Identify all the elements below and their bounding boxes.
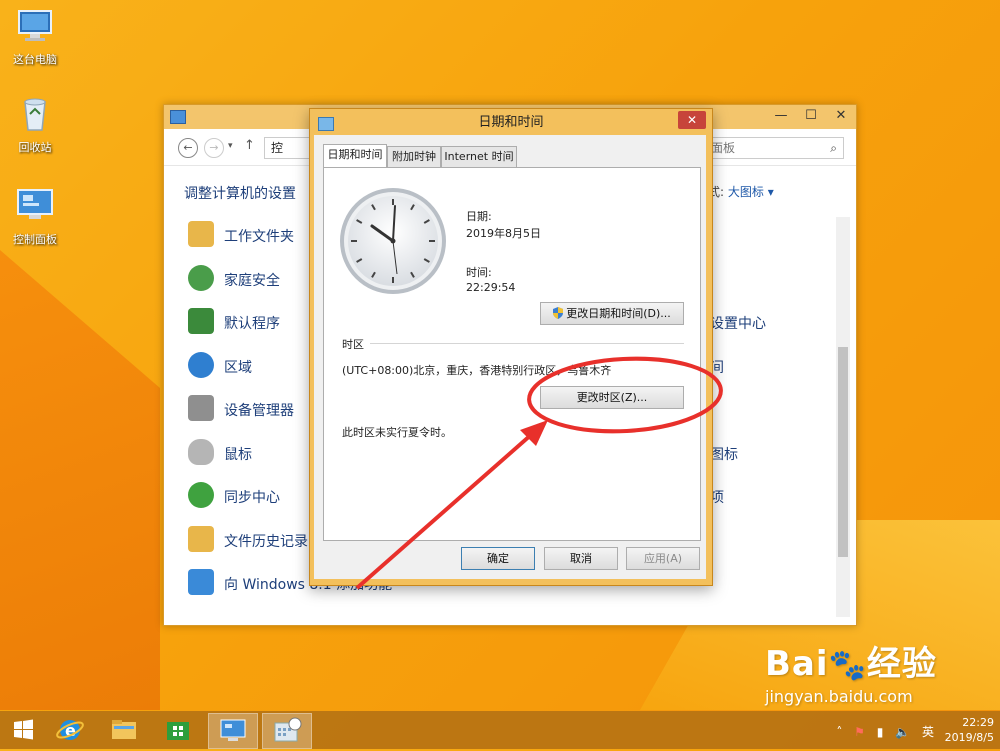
add-features-icon	[188, 569, 214, 595]
cp-item-right-label[interactable]: 图标	[710, 444, 738, 464]
taskbar-ie[interactable]: e	[46, 713, 94, 747]
taskbar-date-time[interactable]	[262, 713, 312, 749]
timezone-section-label: 时区	[342, 338, 364, 351]
dst-note: 此时区未实行夏令时。	[342, 426, 452, 439]
change-timezone-button[interactable]: 更改时区(Z)...	[540, 386, 684, 409]
date-time-app-icon	[318, 117, 334, 131]
tab-date-time[interactable]: 日期和时间	[323, 144, 387, 169]
desktop-icon-this-pc[interactable]: 这台电脑	[3, 8, 67, 67]
desktop-icon-recycle-bin[interactable]: 回收站	[3, 96, 67, 155]
device-manager-icon	[188, 395, 214, 421]
forward-button[interactable]: →	[204, 138, 224, 158]
maximize-button[interactable]: ☐	[796, 105, 826, 127]
cancel-button[interactable]: 取消	[544, 547, 618, 570]
dialog-title: 日期和时间	[478, 115, 544, 130]
view-by-control: 式: 大图标 ▾	[708, 183, 774, 200]
input-language-indicator[interactable]: 英	[922, 725, 934, 739]
volume-icon[interactable]: 🔈	[895, 725, 910, 739]
timezone-value: (UTC+08:00)北京，重庆，香港特别行政区，乌鲁木齐	[342, 364, 612, 377]
cp-item-right-label[interactable]: 设置中心	[710, 313, 766, 333]
recent-locations-icon[interactable]: ▾	[228, 141, 233, 151]
control-panel-task-icon	[220, 719, 246, 741]
action-center-flag-icon[interactable]: ⚑	[854, 725, 865, 739]
dialog-close-button[interactable]: ✕	[678, 111, 706, 129]
desktop-icon-label: 控制面板	[13, 233, 57, 246]
vertical-scrollbar[interactable]	[836, 217, 850, 617]
sync-center-icon	[188, 482, 214, 508]
analog-clock	[340, 188, 446, 294]
uac-shield-icon	[553, 307, 564, 319]
time-label: 时间:	[466, 266, 492, 279]
recycle-bin-icon	[24, 98, 46, 131]
file-explorer-icon	[112, 720, 136, 739]
search-placeholder: 面板	[711, 141, 736, 155]
start-button[interactable]	[0, 713, 48, 747]
computer-icon	[18, 10, 52, 41]
control-panel-app-icon	[170, 110, 186, 124]
ok-button[interactable]: 确定	[461, 547, 535, 570]
taskbar-control-panel[interactable]	[208, 713, 258, 749]
dialog-body: 日期和时间 附加时钟 Internet 时间 日期: 2019年8月5日 时间:…	[314, 135, 706, 579]
dialog-titlebar[interactable]: 日期和时间 ✕	[310, 109, 712, 135]
folder-icon	[188, 221, 214, 247]
taskbar-store[interactable]	[154, 713, 202, 747]
globe-clock-icon	[188, 351, 214, 378]
section-divider	[370, 343, 684, 344]
clock-date: 2019/8/5	[944, 731, 994, 744]
default-programs-icon	[188, 308, 214, 334]
address-text: 控	[271, 141, 284, 155]
view-by-dropdown[interactable]: 大图标 ▾	[728, 185, 774, 199]
desktop-icon-label: 这台电脑	[13, 53, 57, 66]
scrollbar-thumb[interactable]	[838, 347, 848, 557]
desktop-wallpaper-shape	[0, 250, 160, 710]
clock-time: 22:29	[962, 716, 994, 729]
apply-button[interactable]: 应用(A)	[626, 547, 700, 570]
tab-internet-time[interactable]: Internet 时间	[441, 146, 517, 167]
file-history-icon	[188, 525, 214, 552]
paw-logo-icon: 🐾	[828, 648, 867, 683]
minimize-button[interactable]: —	[766, 105, 796, 127]
date-time-task-icon	[274, 717, 302, 742]
family-safety-icon	[188, 264, 214, 291]
close-button[interactable]: ✕	[826, 105, 856, 127]
tab-panel: 日期: 2019年8月5日 时间: 22:29:54 更改日期和时间(D)...…	[323, 167, 701, 541]
baidu-watermark: Bai🐾经验 jingyan.baidu.com	[765, 644, 937, 706]
taskbar-clock[interactable]: 22:29 2019/8/5	[945, 715, 994, 745]
internet-explorer-icon: e	[56, 720, 84, 740]
date-value: 2019年8月5日	[466, 227, 541, 240]
search-icon: ⌕	[830, 141, 837, 155]
taskbar: e ˄ ⚑ ▮ 🔈 英 22:29 2019/8/5	[0, 711, 1000, 749]
network-icon[interactable]: ▮	[877, 725, 884, 739]
back-button[interactable]: ←	[178, 138, 198, 158]
tab-additional-clocks[interactable]: 附加时钟	[387, 146, 441, 167]
time-value: 22:29:54	[466, 281, 516, 294]
desktop-icon-control-panel[interactable]: 控制面板	[3, 188, 67, 247]
page-title: 调整计算机的设置	[184, 186, 296, 202]
mouse-icon	[188, 438, 214, 465]
up-arrow-icon[interactable]: ↑	[244, 138, 255, 153]
taskbar-explorer[interactable]	[100, 713, 148, 747]
date-time-dialog: 日期和时间 ✕ 日期和时间 附加时钟 Internet 时间 日期: 2019年…	[309, 108, 713, 586]
control-panel-icon	[17, 189, 53, 219]
windows-start-icon	[14, 719, 33, 740]
store-icon	[167, 722, 189, 740]
search-input[interactable]: 面板 ⌕	[704, 137, 844, 159]
change-date-time-button[interactable]: 更改日期和时间(D)...	[540, 302, 684, 325]
date-label: 日期:	[466, 210, 492, 223]
desktop-icon-label: 回收站	[18, 141, 52, 154]
system-tray: ˄ ⚑ ▮ 🔈 英	[828, 723, 934, 740]
chevron-up-icon[interactable]: ˄	[836, 725, 842, 739]
